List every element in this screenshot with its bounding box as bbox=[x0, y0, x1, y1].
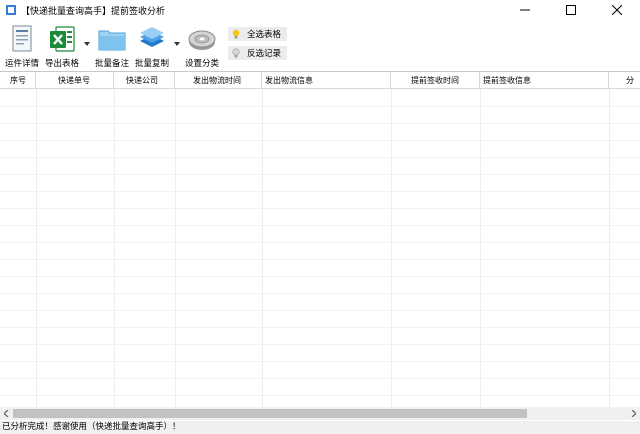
grid-row-line bbox=[0, 242, 640, 243]
grid-column-line bbox=[262, 89, 263, 407]
close-icon bbox=[612, 5, 622, 15]
minimize-icon bbox=[520, 9, 530, 11]
layers-icon bbox=[140, 27, 164, 47]
column-header-early-sign-time[interactable]: 提前签收时间 bbox=[391, 72, 480, 89]
select-all-button[interactable]: 全选表格 bbox=[228, 27, 288, 41]
window-title: 【快递批量查询高手】提前签收分析 bbox=[21, 6, 166, 17]
batch-copy-button[interactable]: 批量复制 bbox=[133, 21, 171, 69]
grid-row-line bbox=[0, 310, 640, 311]
column-header-category[interactable]: 分 bbox=[609, 72, 640, 89]
lightbulb-off-icon bbox=[232, 48, 240, 58]
column-header-ship-info[interactable]: 发出物流信息 bbox=[262, 72, 391, 89]
horizontal-scrollbar[interactable] bbox=[0, 407, 640, 420]
grid-column-line bbox=[36, 89, 37, 407]
document-icon bbox=[12, 25, 32, 52]
chevron-right-icon bbox=[631, 410, 636, 417]
column-header-courier[interactable]: 快递公司 bbox=[114, 72, 175, 89]
grid-row-line bbox=[0, 157, 640, 158]
grid-column-line bbox=[391, 89, 392, 407]
maximize-button[interactable] bbox=[548, 0, 594, 20]
scrollbar-thumb[interactable] bbox=[13, 409, 527, 418]
toolbar-label: 运件详情 bbox=[4, 59, 39, 69]
maximize-icon bbox=[566, 5, 576, 15]
grid-row-line bbox=[0, 174, 640, 175]
grid-row-line bbox=[0, 208, 640, 209]
export-table-button[interactable]: 导出表格 bbox=[44, 21, 80, 69]
close-button[interactable] bbox=[594, 0, 640, 20]
invert-selection-label: 反选记录 bbox=[247, 49, 282, 59]
table-header: 序号 快递单号 快递公司 发出物流时间 发出物流信息 提前签收时间 提前签收信息… bbox=[0, 72, 640, 89]
excel-icon bbox=[50, 26, 75, 52]
batch-note-button[interactable]: 批量备注 bbox=[94, 21, 130, 69]
column-header-index[interactable]: 序号 bbox=[0, 72, 36, 89]
grid-column-line bbox=[175, 89, 176, 407]
toolbar-label: 批量备注 bbox=[94, 59, 129, 69]
grid-column-line bbox=[114, 89, 115, 407]
status-bar: 已分析完成！感谢使用（快递批量查询高手）！ bbox=[0, 421, 640, 434]
select-all-label: 全选表格 bbox=[247, 30, 282, 40]
grid-row-line bbox=[0, 344, 640, 345]
toolbar-label: 导出表格 bbox=[44, 59, 79, 69]
grid-row-line bbox=[0, 123, 640, 124]
set-category-button[interactable]: 设置分类 bbox=[184, 21, 220, 69]
column-header-early-sign-info[interactable]: 提前签收信息 bbox=[480, 72, 609, 89]
grid-row-line bbox=[0, 327, 640, 328]
chevron-down-icon[interactable] bbox=[174, 42, 180, 46]
grid-row-line bbox=[0, 191, 640, 192]
column-header-tracking-number[interactable]: 快递单号 bbox=[36, 72, 114, 89]
grid-row-line bbox=[0, 293, 640, 294]
toolbar: 运件详情 导出表格 批量备注 批量复制 设置分类 全选表格 反选记录 bbox=[0, 21, 640, 69]
grid-row-line bbox=[0, 361, 640, 362]
grid-row-line bbox=[0, 106, 640, 107]
chevron-down-icon[interactable] bbox=[84, 42, 90, 46]
scroll-left-button[interactable] bbox=[0, 407, 13, 420]
shipment-details-button[interactable]: 运件详情 bbox=[4, 21, 40, 69]
window-controls bbox=[502, 0, 640, 20]
invert-selection-button[interactable]: 反选记录 bbox=[228, 46, 288, 60]
grid-column-line bbox=[480, 89, 481, 407]
chevron-left-icon bbox=[4, 410, 9, 417]
folder-icon bbox=[98, 30, 126, 51]
grid-row-line bbox=[0, 259, 640, 260]
grid-row-line bbox=[0, 140, 640, 141]
grid-row-line bbox=[0, 378, 640, 379]
lightbulb-icon bbox=[232, 29, 240, 39]
app-icon bbox=[6, 5, 16, 15]
data-table[interactable]: 序号 快递单号 快递公司 发出物流时间 发出物流信息 提前签收时间 提前签收信息… bbox=[0, 71, 640, 407]
minimize-button[interactable] bbox=[502, 0, 548, 20]
grid-row-line bbox=[0, 276, 640, 277]
grid-row-line bbox=[0, 395, 640, 396]
grid-row-line bbox=[0, 225, 640, 226]
scroll-right-button[interactable] bbox=[627, 407, 640, 420]
column-header-ship-time[interactable]: 发出物流时间 bbox=[175, 72, 262, 89]
grid-column-line bbox=[609, 89, 610, 407]
toolbar-label: 设置分类 bbox=[184, 59, 219, 69]
disk-icon bbox=[188, 30, 216, 50]
toolbar-label: 批量复制 bbox=[134, 59, 169, 69]
